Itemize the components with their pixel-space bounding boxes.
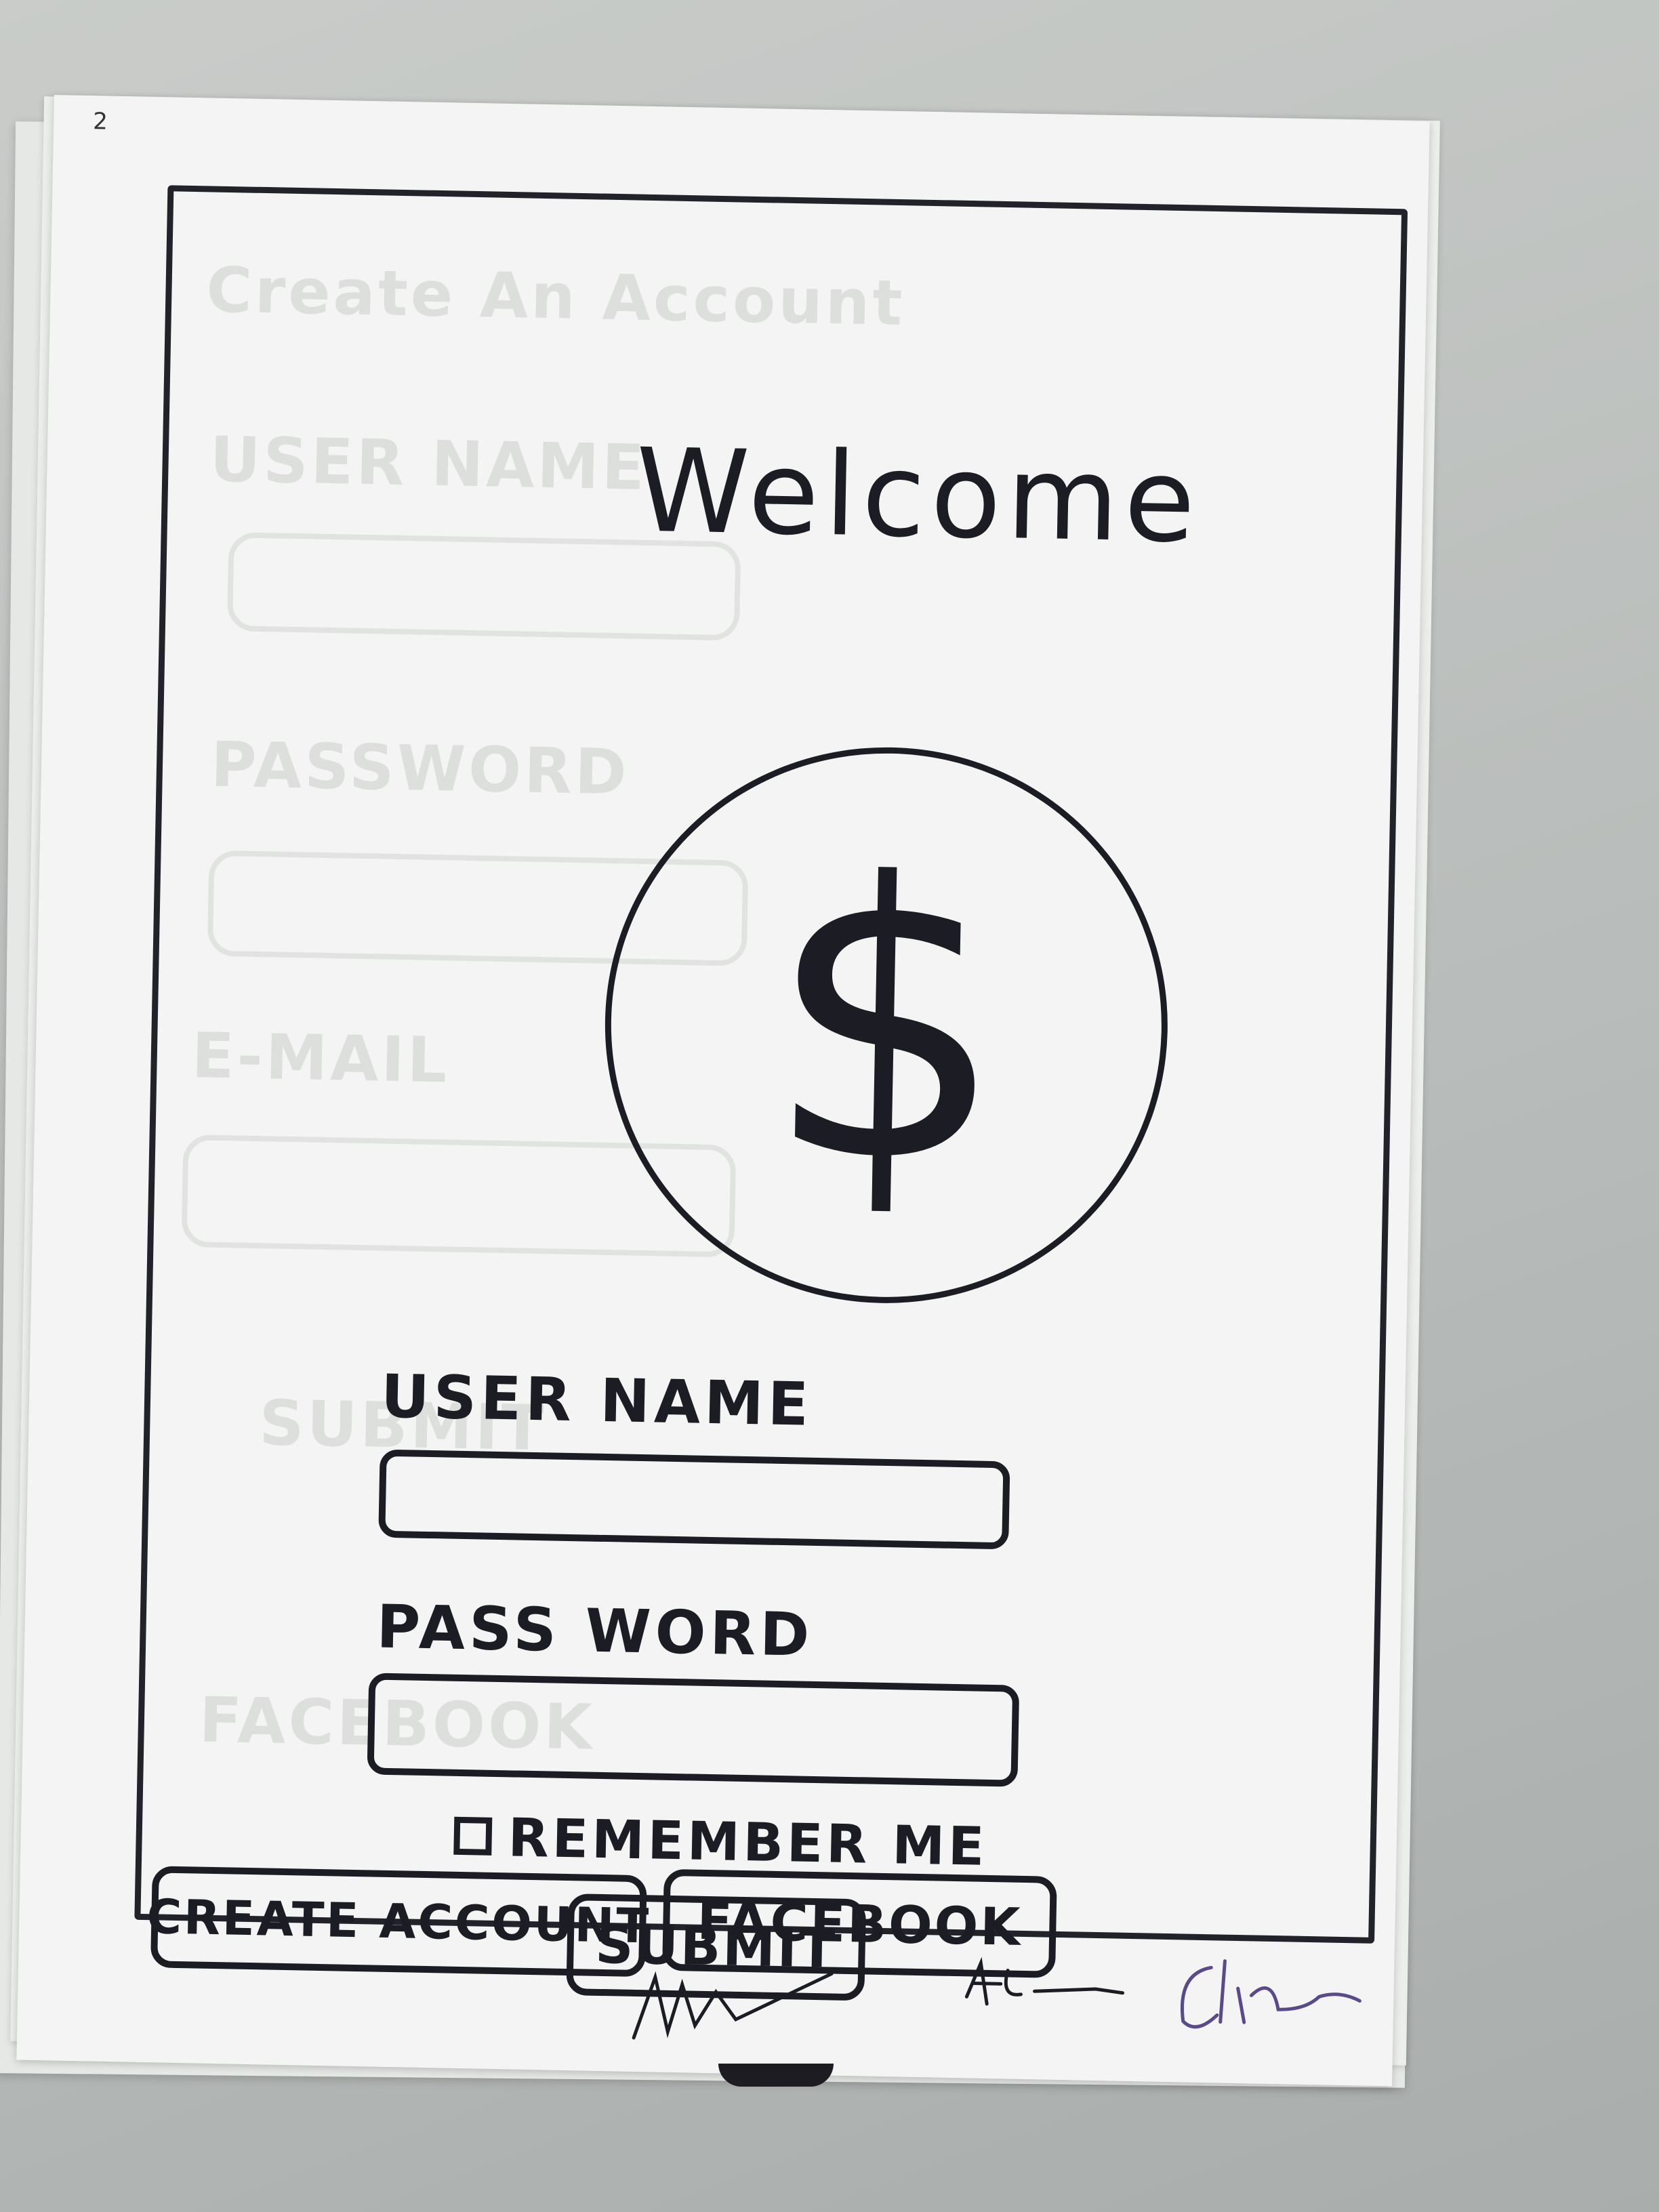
signature-1 (632, 1971, 834, 2040)
welcome-title: Welcome (634, 424, 1202, 569)
remember-me-label: REMEMBER ME (507, 1807, 989, 1878)
page-number: 2 (92, 108, 108, 136)
dollar-icon: $ (761, 801, 1012, 1248)
create-account-button[interactable]: CREATE ACCOUNT (146, 1866, 651, 1978)
password-label: PASS WORD (375, 1591, 815, 1670)
logo-circle: $ (600, 741, 1173, 1309)
remember-me-checkbox[interactable] (453, 1816, 493, 1856)
password-field[interactable] (367, 1673, 1020, 1787)
signature-3 (1181, 1959, 1361, 2029)
signature-2 (964, 1957, 1125, 2006)
binder-clip (718, 2064, 834, 2087)
username-label: USER NAME (380, 1361, 813, 1439)
phone-screen-frame: Welcome $ USER NAME PASS WORD REMEMBER M… (134, 185, 1408, 2001)
username-field[interactable] (378, 1449, 1010, 1550)
paper-sheet: 2 Create An Account USER NAME PASSWORD E… (16, 95, 1430, 2087)
